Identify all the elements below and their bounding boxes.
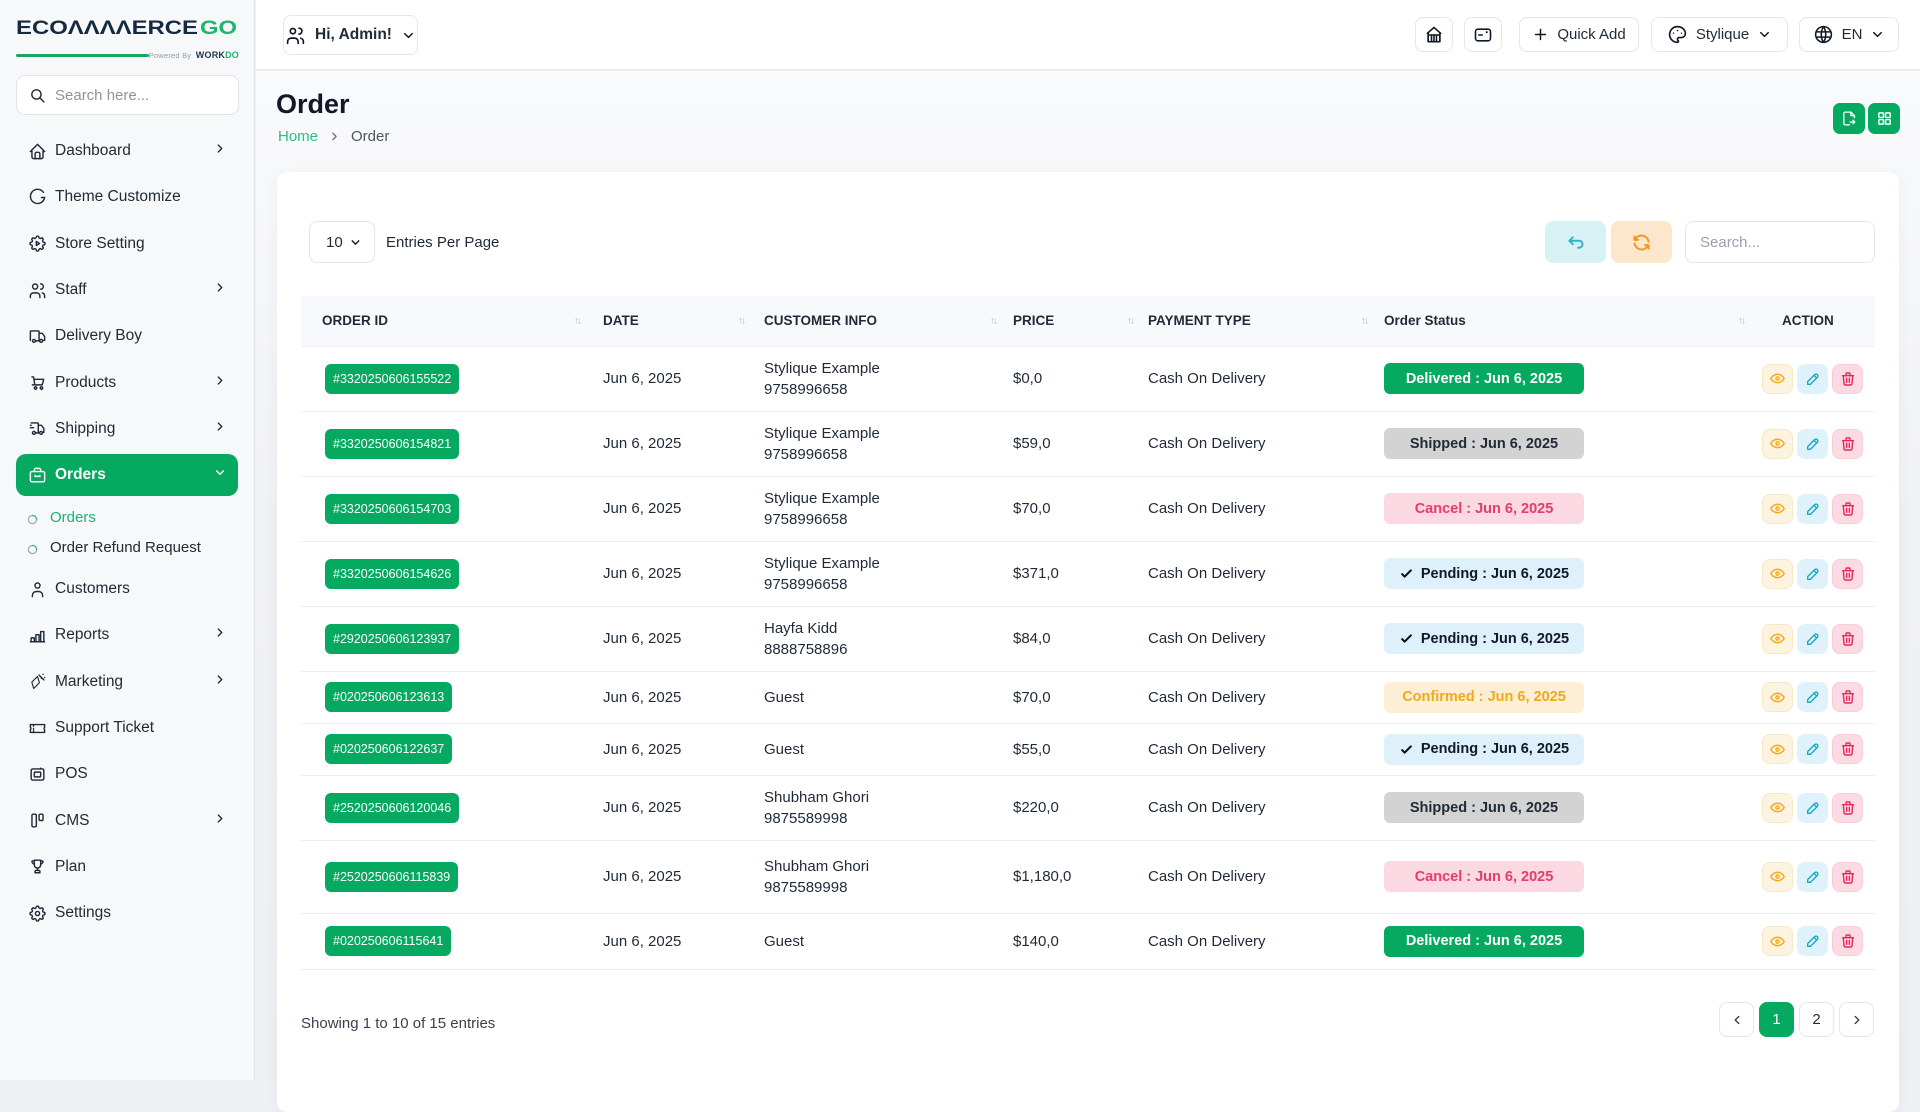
svg-text:GO: GO [200,18,237,39]
svg-text:ECOΛΛΛΛERCE: ECOΛΛΛΛERCE [16,18,198,39]
